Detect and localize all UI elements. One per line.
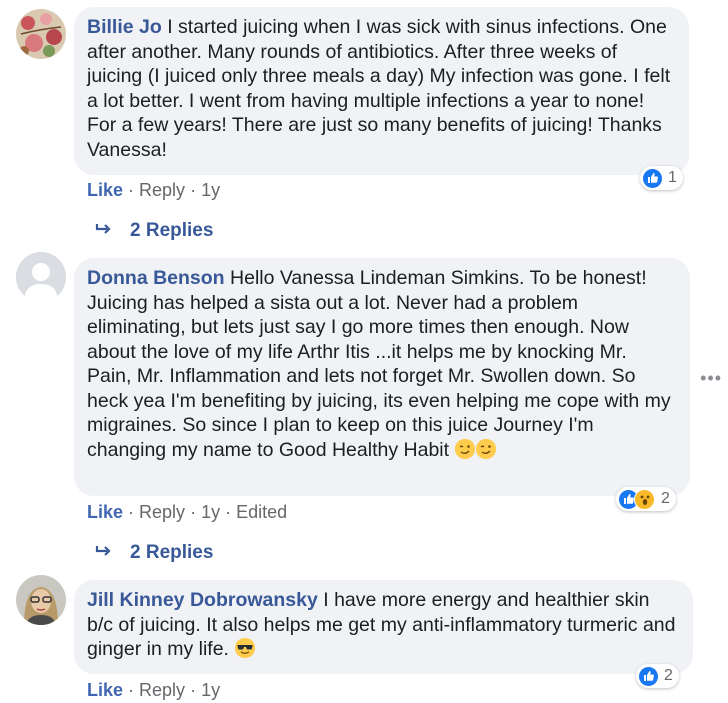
replies-count-label: 2 Replies [130, 220, 214, 241]
comment-text: Hello Vanessa Lindeman Simkins. To be ho… [87, 267, 671, 461]
like-button[interactable]: Like [87, 502, 123, 522]
separator-dot: · [190, 502, 197, 522]
comment-text: I started juicing when I was sick with s… [87, 16, 671, 161]
view-replies-link[interactable]: 2 Replies [95, 220, 213, 242]
reply-arrow-icon [95, 220, 115, 242]
more-options-icon[interactable]: ••• [700, 368, 722, 389]
comment-timestamp[interactable]: 1y [201, 680, 220, 700]
separator-dot: · [190, 680, 197, 700]
comment-actions: Like · Reply · 1y [87, 180, 220, 201]
reply-button[interactable]: Reply [139, 180, 185, 200]
comment-bubble: Jill Kinney Dobrowansky I have more ener… [74, 580, 693, 674]
comment-timestamp[interactable]: 1y [201, 502, 220, 522]
separator-dot: · [225, 502, 232, 522]
avatar[interactable] [16, 575, 66, 625]
reaction-summary[interactable]: 2 [616, 487, 676, 511]
reply-button[interactable]: Reply [139, 502, 185, 522]
reaction-count: 2 [664, 667, 673, 684]
thumbs-up-icon [643, 168, 662, 188]
winking-face-emoji [455, 438, 476, 459]
separator-dot: · [128, 502, 135, 522]
separator-dot: · [128, 180, 135, 200]
avatar[interactable] [16, 252, 66, 302]
comment-author[interactable]: Jill Kinney Dobrowansky [87, 589, 318, 611]
reply-arrow-icon [95, 542, 115, 564]
like-button[interactable]: Like [87, 180, 123, 200]
comment-bubble: Billie Jo I started juicing when I was s… [74, 7, 689, 175]
winking-face-emoji [476, 438, 497, 459]
reaction-count: 2 [661, 490, 670, 507]
separator-dot: · [190, 180, 197, 200]
edited-label[interactable]: Edited [236, 502, 287, 522]
avatar[interactable] [16, 9, 66, 59]
comment-actions: Like · Reply · 1y · Edited [87, 502, 287, 523]
comment-bubble: Donna Benson Hello Vanessa Lindeman Simk… [74, 258, 690, 496]
reply-button[interactable]: Reply [139, 680, 185, 700]
comment-actions: Like · Reply · 1y [87, 680, 220, 701]
wow-face-icon [634, 488, 655, 510]
like-button[interactable]: Like [87, 680, 123, 700]
comment-author[interactable]: Donna Benson [87, 267, 225, 289]
reaction-summary[interactable]: 1 [640, 166, 683, 190]
reaction-summary[interactable]: 2 [636, 664, 679, 688]
comment-timestamp[interactable]: 1y [201, 180, 220, 200]
replies-count-label: 2 Replies [130, 542, 214, 563]
reaction-count: 1 [668, 169, 677, 186]
view-replies-link[interactable]: 2 Replies [95, 542, 213, 564]
sunglasses-face-emoji [235, 638, 256, 658]
comment-author[interactable]: Billie Jo [87, 16, 162, 38]
thumbs-up-icon [639, 666, 658, 686]
separator-dot: · [128, 680, 135, 700]
